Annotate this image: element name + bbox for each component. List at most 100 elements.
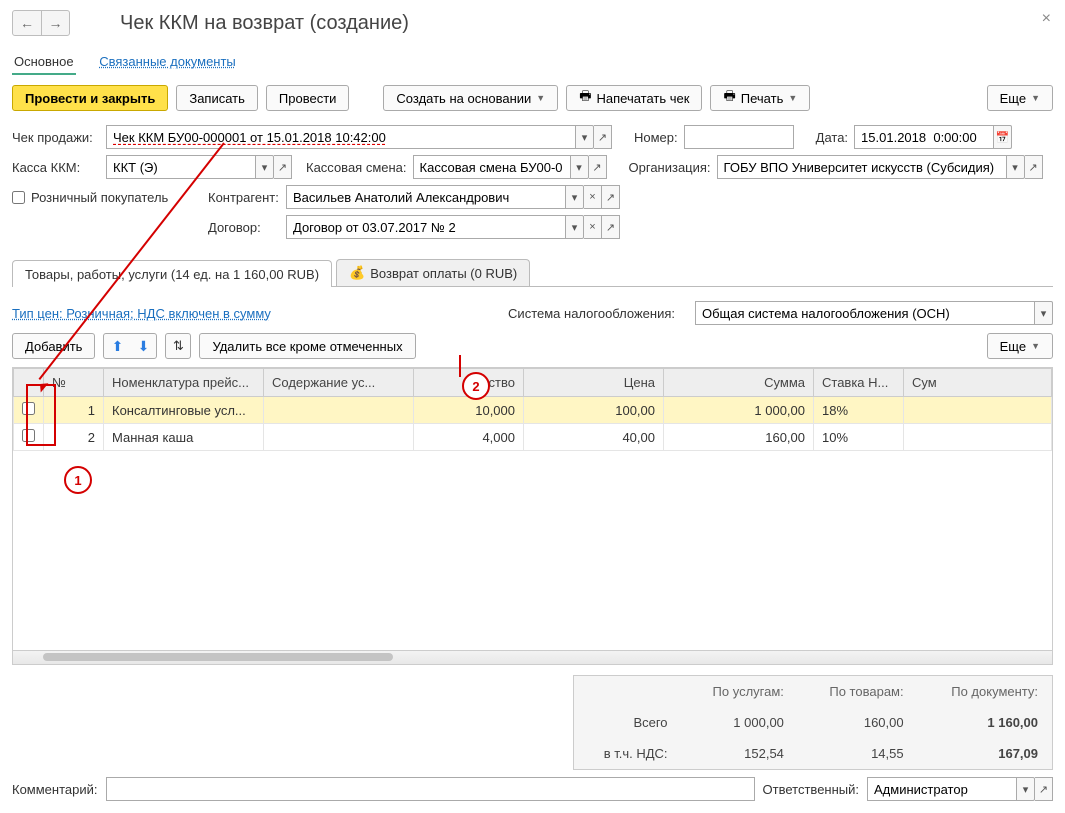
totals-header-goods: По товарам: <box>798 676 918 707</box>
number-input[interactable] <box>684 125 794 149</box>
nav-forward-icon[interactable]: → <box>41 11 69 35</box>
totals-header-services: По услугам: <box>682 676 798 707</box>
sub-tabs: Товары, работы, услуги (14 ед. на 1 160,… <box>12 259 1053 287</box>
totals-box: По услугам: По товарам: По документу: Вс… <box>573 675 1053 770</box>
cell-price: 100,00 <box>524 397 664 424</box>
totals-row-vat-label: в т.ч. НДС: <box>574 738 682 769</box>
clear-icon[interactable]: × <box>584 215 602 239</box>
kassa-label: Касса ККМ: <box>12 160 100 175</box>
kassa-input[interactable] <box>106 155 256 179</box>
tax-system-label: Система налогообложения: <box>508 306 675 321</box>
close-icon[interactable]: × <box>1042 10 1051 28</box>
retail-checkbox[interactable] <box>12 191 25 204</box>
open-icon[interactable]: ↗ <box>1035 777 1053 801</box>
post-and-close-button[interactable]: Провести и закрыть <box>12 85 168 111</box>
annotation-arrow-2 <box>459 355 461 377</box>
comment-label: Комментарий: <box>12 782 98 797</box>
sub-tab-goods[interactable]: Товары, работы, услуги (14 ед. на 1 160,… <box>12 260 332 287</box>
open-icon[interactable]: ↗ <box>602 185 620 209</box>
annotation-callout-1: 1 <box>64 466 92 494</box>
create-based-on-button[interactable]: Создать на основании▼ <box>383 85 558 111</box>
counterparty-input[interactable] <box>286 185 566 209</box>
totals-doc-vat: 167,09 <box>918 738 1052 769</box>
dropdown-icon[interactable]: ▾ <box>576 125 594 149</box>
open-icon[interactable]: ↗ <box>274 155 292 179</box>
dropdown-icon[interactable]: ▾ <box>571 155 589 179</box>
horizontal-scrollbar[interactable] <box>13 650 1052 664</box>
more-button[interactable]: Еще▼ <box>987 85 1053 111</box>
move-row-buttons: ⬆ ⬇ <box>103 333 157 359</box>
delete-except-marked-button[interactable]: Удалить все кроме отмеченных <box>199 333 415 359</box>
grid-toolbar: Добавить ⬆ ⬇ ⇅ Удалить все кроме отмечен… <box>12 333 1053 359</box>
post-button[interactable]: Провести <box>266 85 350 111</box>
caret-down-icon: ▼ <box>536 93 545 103</box>
col-nomenclature[interactable]: Номенклатура прейс... <box>104 369 264 397</box>
number-label: Номер: <box>634 130 678 145</box>
cell-vat: 10% <box>814 424 904 451</box>
table-row[interactable]: 1 Консалтинговые усл... 10,000 100,00 1 … <box>14 397 1052 424</box>
table-row[interactable]: 2 Манная каша 4,000 40,00 160,00 10% <box>14 424 1052 451</box>
tab-related[interactable]: Связанные документы <box>97 50 238 73</box>
col-vat-rate[interactable]: Ставка Н... <box>814 369 904 397</box>
retail-label: Розничный покупатель <box>31 190 168 205</box>
print-check-button[interactable]: 🖶Напечатать чек <box>566 85 702 111</box>
price-type-link[interactable]: Тип цен: Розничная; НДС включен в сумму <box>12 306 271 321</box>
open-icon[interactable]: ↗ <box>589 155 607 179</box>
cell-sum: 1 000,00 <box>664 397 814 424</box>
move-down-icon[interactable]: ⬇ <box>130 334 156 358</box>
print-button[interactable]: 🖶Печать▼ <box>710 85 810 111</box>
cell-qty: 10,000 <box>414 397 524 424</box>
totals-doc-total: 1 160,00 <box>918 707 1052 738</box>
caret-down-icon: ▼ <box>788 93 797 103</box>
dropdown-icon[interactable]: ▾ <box>1007 155 1025 179</box>
shift-input[interactable] <box>413 155 571 179</box>
responsible-input[interactable] <box>867 777 1017 801</box>
open-icon[interactable]: ↗ <box>1025 155 1043 179</box>
money-icon: 💰 <box>349 265 365 281</box>
open-icon[interactable]: ↗ <box>594 125 612 149</box>
annotation-rect-1 <box>26 384 56 446</box>
cell-description <box>264 397 414 424</box>
grid-more-button[interactable]: Еще▼ <box>987 333 1053 359</box>
contract-input[interactable] <box>286 215 566 239</box>
date-label: Дата: <box>816 130 848 145</box>
cell-sum: 160,00 <box>664 424 814 451</box>
col-price[interactable]: Цена <box>524 369 664 397</box>
col-sum-vat[interactable]: Сум <box>904 369 1052 397</box>
dropdown-icon[interactable]: ▾ <box>1035 301 1053 325</box>
totals-services-vat: 152,54 <box>682 738 798 769</box>
nav-history[interactable]: ← → <box>12 10 70 36</box>
dropdown-icon[interactable]: ▾ <box>566 215 584 239</box>
clear-icon[interactable]: × <box>584 185 602 209</box>
org-input[interactable] <box>717 155 1007 179</box>
nav-back-icon[interactable]: ← <box>13 11 41 35</box>
footer: Комментарий: Ответственный: ▾↗ <box>12 777 1053 801</box>
col-sum[interactable]: Сумма <box>664 369 814 397</box>
add-row-button[interactable]: Добавить <box>12 333 95 359</box>
save-button[interactable]: Записать <box>176 85 258 111</box>
comment-input[interactable] <box>106 777 755 801</box>
cell-nomenclature: Манная каша <box>104 424 264 451</box>
dropdown-icon[interactable]: ▾ <box>566 185 584 209</box>
totals-header-doc: По документу: <box>918 676 1052 707</box>
tax-system-input[interactable] <box>695 301 1035 325</box>
dropdown-icon[interactable]: ▾ <box>256 155 274 179</box>
open-icon[interactable]: ↗ <box>602 215 620 239</box>
col-description[interactable]: Содержание ус... <box>264 369 414 397</box>
totals-row-total-label: Всего <box>574 707 682 738</box>
cell-description <box>264 424 414 451</box>
org-label: Организация: <box>629 160 711 175</box>
move-up-icon[interactable]: ⬆ <box>104 334 130 358</box>
calendar-icon[interactable]: 📅 <box>994 125 1012 149</box>
sub-tab-refund[interactable]: 💰Возврат оплаты (0 RUB) <box>336 259 530 286</box>
annotation-callout-2: 2 <box>462 372 490 400</box>
columns-settings-button[interactable]: ⇅ <box>165 333 191 359</box>
date-input[interactable] <box>854 125 994 149</box>
dropdown-icon[interactable]: ▾ <box>1017 777 1035 801</box>
cell-nomenclature: Консалтинговые усл... <box>104 397 264 424</box>
main-toolbar: Провести и закрыть Записать Провести Соз… <box>0 75 1065 121</box>
sale-check-input[interactable] <box>106 125 576 149</box>
page-title: Чек ККМ на возврат (создание) <box>120 12 409 35</box>
tab-main[interactable]: Основное <box>12 50 76 75</box>
totals-goods-total: 160,00 <box>798 707 918 738</box>
